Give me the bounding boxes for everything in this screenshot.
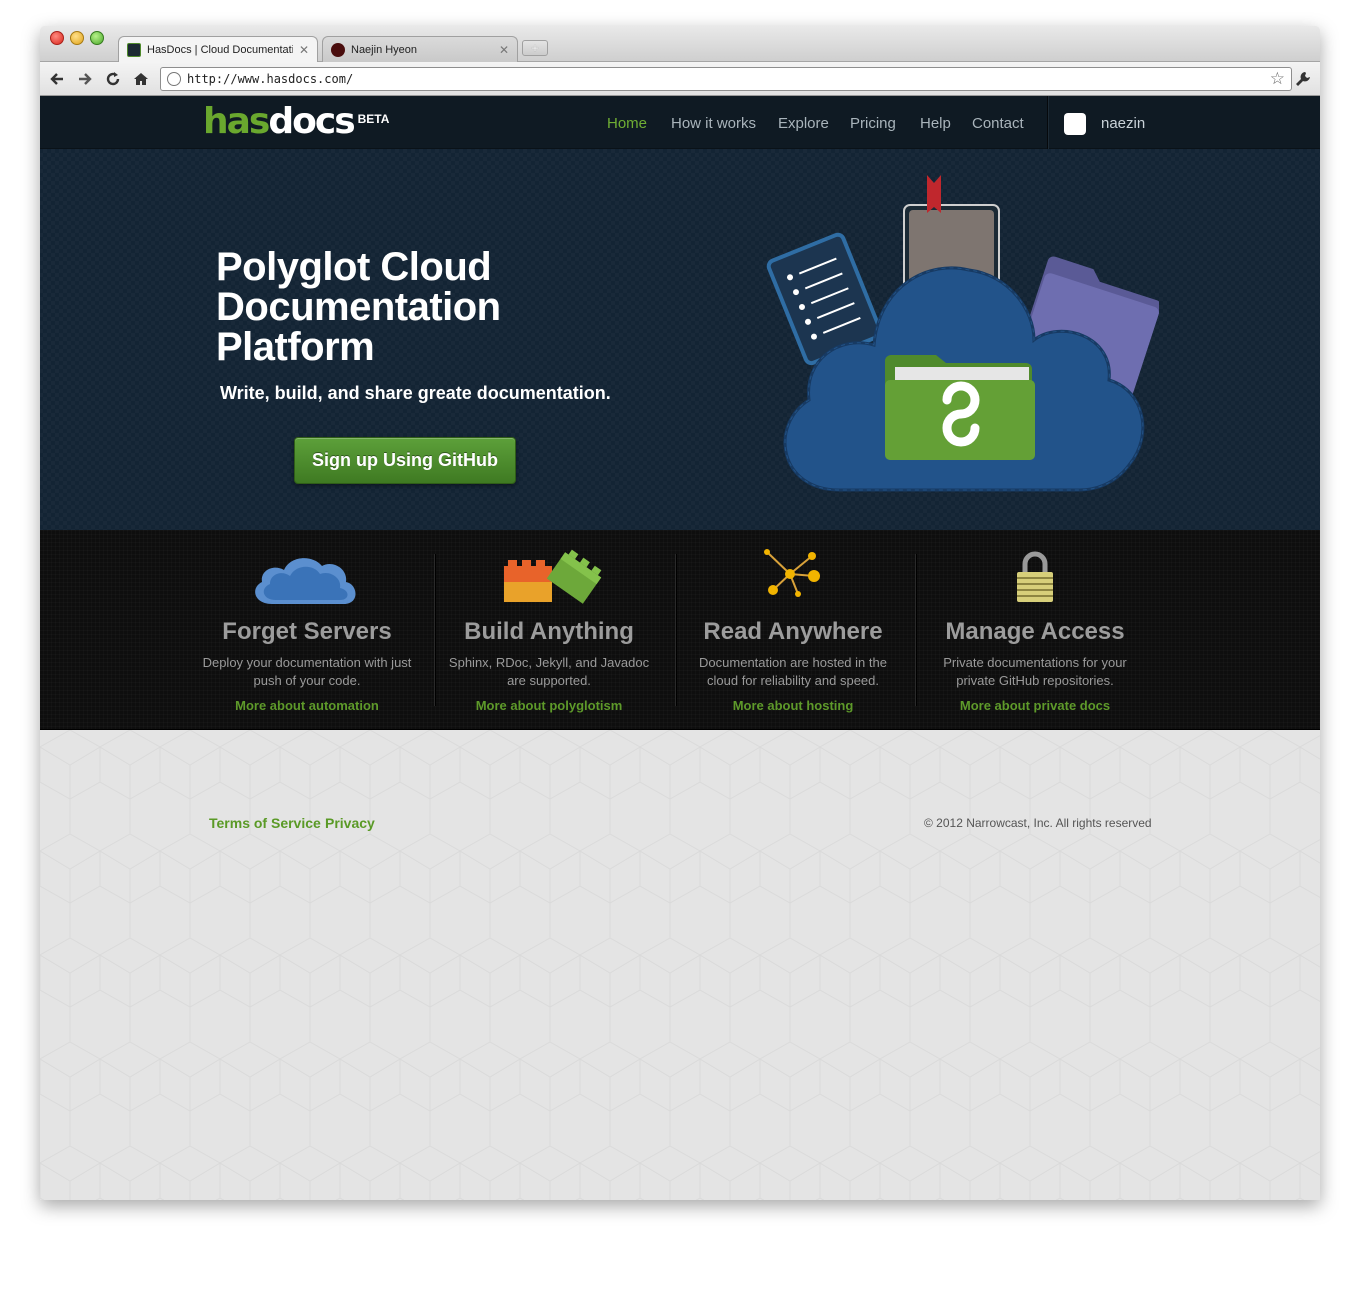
feature-text: Documentation are hosted in the cloud fo… [699,655,887,688]
zoom-window-button[interactable] [90,31,104,45]
site-footer: Terms of Service Privacy © 2012 Narrowca… [40,730,1320,1200]
nav-home[interactable]: Home [607,115,647,132]
logo-docs: docs [268,101,355,142]
feature-manage-access: Manage Access Private documentations for… [920,530,1150,730]
profile-favicon-icon [331,42,345,57]
hero-title: Polyglot Cloud Documentation Platform [216,245,501,369]
nav-divider [1047,96,1049,149]
tab-title: Naejin Hyeon [351,43,418,56]
more-about-polyglotism-link[interactable]: More about polyglotism [434,698,664,713]
logo-has: has [203,101,270,142]
close-tab-icon[interactable]: ✕ [299,43,309,57]
browser-tab-hasdocs[interactable]: HasDocs | Cloud Documentatic ✕ [118,36,318,62]
beta-badge: BETA [357,112,390,126]
hero-section: Polyglot Cloud Documentation Platform Wr… [40,149,1320,530]
feature-read-anywhere: Read Anywhere Documentation are hosted i… [678,530,908,730]
tab-title: HasDocs | Cloud Documentatic [147,43,293,56]
nav-how-it-works[interactable]: How it works [671,115,756,132]
privacy-link[interactable]: Privacy [325,815,375,831]
features-section: Forget Servers Deploy your documentation… [40,530,1320,730]
sign-up-github-button[interactable]: Sign up Using GitHub [294,437,516,484]
more-about-private-docs-link[interactable]: More about private docs [920,698,1150,713]
globe-icon [167,72,181,86]
feature-title: Forget Servers [222,618,392,645]
new-tab-button[interactable]: + [522,40,548,56]
home-icon[interactable] [130,68,152,90]
feature-build-anything: Build Anything Sphinx, RDoc, Jekyll, and… [434,530,664,730]
feature-title: Build Anything [464,618,634,645]
copyright-text: © 2012 Narrowcast, Inc. All rights reser… [924,816,1152,830]
hasdocs-logo[interactable]: has docs BETA [203,102,389,142]
feature-forget-servers: Forget Servers Deploy your documentation… [192,530,422,730]
blocks-icon [504,549,602,604]
nav-pricing[interactable]: Pricing [850,115,896,132]
cloud-icon [255,558,356,604]
browser-toolbar: http://www.hasdocs.com/ ☆ [40,62,1320,96]
forward-arrow-icon[interactable] [74,68,96,90]
padlock-icon [1017,551,1053,602]
nav-help[interactable]: Help [920,115,951,132]
url-text[interactable]: http://www.hasdocs.com/ [187,72,1270,86]
hasdocs-favicon-icon [127,42,141,57]
bookmark-star-icon[interactable]: ☆ [1270,69,1285,89]
more-about-automation-link[interactable]: More about automation [192,698,422,713]
cloud-docs-illustration [766,175,1159,492]
reload-icon[interactable] [102,68,124,90]
avatar[interactable] [1064,113,1086,135]
close-window-button[interactable] [50,31,64,45]
hex-pattern-background [40,730,1320,1200]
web-page: has docs BETA Home How it works Explore … [40,96,1320,1200]
feature-title: Read Anywhere [703,618,883,645]
more-about-hosting-link[interactable]: More about hosting [678,698,908,713]
username-link[interactable]: naezin [1101,115,1145,132]
close-tab-icon[interactable]: ✕ [499,43,509,57]
nav-explore[interactable]: Explore [778,115,829,132]
nav-contact[interactable]: Contact [972,115,1024,132]
back-arrow-icon[interactable] [46,68,68,90]
feature-divider [915,554,917,706]
terms-of-service-link[interactable]: Terms of Service [209,815,321,831]
address-bar[interactable]: http://www.hasdocs.com/ ☆ [160,67,1292,91]
feature-text: Sphinx, RDoc, Jekyll, and Javadoc are su… [448,655,650,688]
browser-window: HasDocs | Cloud Documentatic ✕ Naejin Hy… [40,26,1320,1200]
feature-title: Manage Access [945,618,1125,645]
network-icon [764,549,820,597]
feature-text: Private documentations for your private … [943,655,1127,688]
browser-tab-naejin[interactable]: Naejin Hyeon ✕ [322,36,518,62]
browser-titlebar: HasDocs | Cloud Documentatic ✕ Naejin Hy… [40,26,1320,62]
site-header: has docs BETA Home How it works Explore … [40,96,1320,149]
hero-subtitle: Write, build, and share greate documenta… [220,383,611,403]
feature-text: Deploy your documentation with just push… [202,655,412,688]
feature-divider [675,554,677,706]
wrench-icon[interactable] [1292,68,1314,90]
minimize-window-button[interactable] [70,31,84,45]
